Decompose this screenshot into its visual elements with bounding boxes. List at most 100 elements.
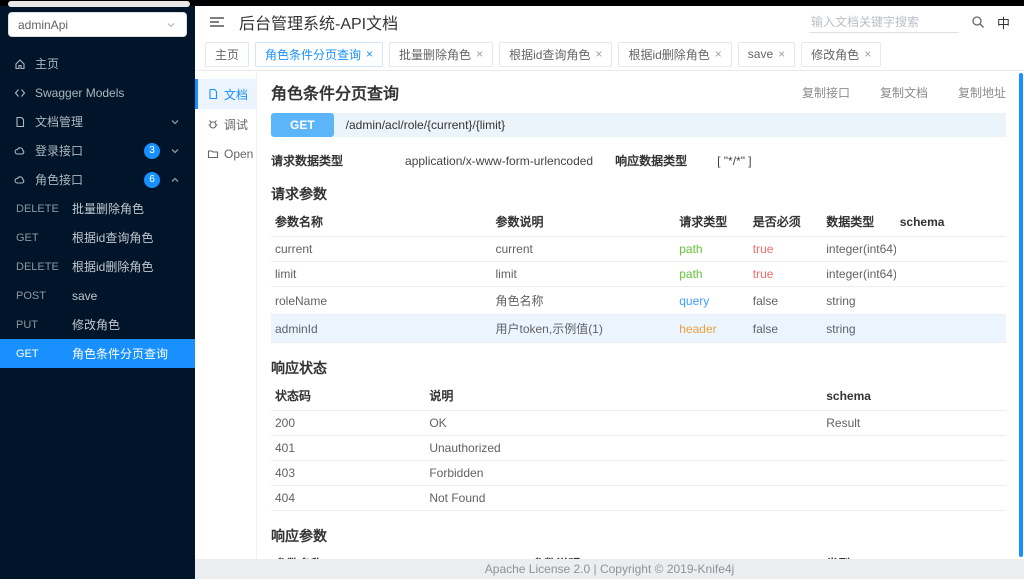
sidebar-item-label: Swagger Models	[35, 85, 125, 100]
sidebar-item-label: 登录接口	[35, 144, 84, 158]
language-toggle[interactable]: 中	[997, 13, 1010, 32]
tab-delete-role-by-id[interactable]: 根据id删除角色 ×	[618, 41, 732, 67]
close-icon[interactable]: ×	[715, 48, 722, 60]
tab-label: 根据id查询角色	[509, 47, 591, 62]
response-type-value: [ "*/*" ]	[717, 153, 752, 168]
sidebar-api-batch-delete-role[interactable]: DELETE 批量删除角色	[0, 194, 195, 223]
sidebar-item-doc-manage[interactable]: 文档管理	[0, 107, 195, 136]
tab-label: 修改角色	[811, 47, 860, 62]
tab-update-role[interactable]: 修改角色 ×	[801, 41, 882, 67]
tab-get-role-by-id[interactable]: 根据id查询角色 ×	[499, 41, 613, 67]
main-area: 后台管理系统-API文档 中 主页 角色条件分页查询 × 批量删除角色 ×	[195, 0, 1024, 579]
document-icon	[207, 88, 219, 100]
col-header: 数据类型	[822, 207, 896, 237]
api-item-label: 根据id删除角色	[72, 260, 154, 274]
copy-address-link[interactable]: 复制地址	[958, 84, 1006, 101]
section-title-response-params: 响应参数	[271, 528, 327, 544]
col-header: schema	[822, 381, 1006, 411]
close-icon[interactable]: ×	[864, 48, 871, 60]
param-type: string	[822, 314, 896, 343]
tab-save[interactable]: save ×	[737, 41, 796, 67]
table-row[interactable]: 401 Unauthorized	[271, 435, 1006, 461]
sidebar-api-update-role[interactable]: PUT 修改角色	[0, 310, 195, 339]
response-status-table: 状态码 说明 schema 200 OK Result 401 Unauthor…	[271, 381, 1006, 511]
param-type: string	[822, 286, 896, 315]
home-icon	[14, 58, 26, 70]
api-item-label: 根据id查询角色	[72, 231, 154, 245]
doc-search-input[interactable]	[808, 11, 959, 33]
col-header: 参数说明	[528, 549, 823, 559]
sidebar-api-get-role-by-id[interactable]: GET 根据id查询角色	[0, 223, 195, 252]
copy-doc-link[interactable]: 复制文档	[880, 84, 928, 101]
close-icon[interactable]: ×	[366, 48, 373, 60]
param-desc: 角色名称	[491, 286, 676, 315]
param-required: false	[748, 314, 823, 343]
doc-nav-label: Open	[224, 147, 254, 161]
section-title-request-params: 请求参数	[271, 186, 327, 202]
param-name: current	[271, 236, 492, 262]
copy-api-link[interactable]: 复制接口	[802, 84, 850, 101]
table-row[interactable]: adminId 用户token,示例值(1) header false stri…	[271, 314, 1006, 343]
tab-label: 角色条件分页查询	[265, 47, 362, 62]
param-required: true	[748, 236, 823, 262]
status-schema: Result	[822, 410, 1006, 436]
table-row[interactable]: roleName 角色名称 query false string	[271, 286, 1006, 315]
param-in: query	[675, 286, 749, 315]
tab-role-page-query[interactable]: 角色条件分页查询 ×	[255, 41, 384, 67]
param-desc: current	[491, 236, 676, 262]
tab-home[interactable]: 主页	[205, 41, 250, 67]
doc-nav-debug[interactable]: 调试	[195, 109, 256, 139]
sidebar: adminApi 主页 Swagger Models 文档管理 登录接口 3 角…	[0, 0, 195, 579]
sidebar-item-home[interactable]: 主页	[0, 49, 195, 78]
col-header: 请求类型	[675, 207, 749, 237]
api-item-label: save	[72, 288, 98, 303]
tab-label: 批量删除角色	[399, 47, 472, 62]
sidebar-item-swagger-models[interactable]: Swagger Models	[0, 78, 195, 107]
param-type: integer(int64)	[822, 236, 896, 262]
tab-batch-delete-role[interactable]: 批量删除角色 ×	[389, 41, 494, 67]
table-header-row: 参数名称 参数说明 请求类型 是否必须 数据类型 schema	[271, 207, 1006, 237]
sidebar-item-label: 主页	[35, 57, 60, 71]
count-badge: 6	[144, 171, 160, 188]
api-group-select-value: adminApi	[18, 17, 69, 32]
window-tab-shape	[8, 1, 190, 7]
param-name: limit	[271, 261, 492, 287]
request-type-label: 请求数据类型	[271, 154, 344, 168]
col-header: 类型	[822, 549, 896, 559]
status-code: 200	[271, 410, 426, 436]
status-desc: Forbidden	[425, 460, 823, 486]
app-window: adminApi 主页 Swagger Models 文档管理 登录接口 3 角…	[0, 0, 1024, 579]
sidebar-item-role-api-group[interactable]: 角色接口 6	[0, 165, 195, 194]
collapse-menu-icon[interactable]	[209, 15, 225, 29]
param-schema	[895, 261, 1006, 287]
search-icon[interactable]	[971, 15, 985, 29]
table-row[interactable]: 403 Forbidden	[271, 460, 1006, 486]
sidebar-item-label: 文档管理	[35, 115, 84, 129]
col-header: 参数名称	[271, 549, 529, 559]
license-text: Apache License 2.0 | Copyright © 2019-Kn…	[484, 562, 735, 576]
status-schema	[822, 435, 1006, 461]
doc-nav-document[interactable]: 文档	[195, 79, 256, 109]
sidebar-item-login-api-group[interactable]: 登录接口 3	[0, 136, 195, 165]
api-group-select[interactable]: adminApi	[8, 12, 187, 37]
sidebar-api-role-page-query[interactable]: GET 角色条件分页查询	[0, 339, 195, 368]
status-code: 404	[271, 485, 426, 511]
status-schema	[822, 460, 1006, 486]
close-icon[interactable]: ×	[595, 48, 602, 60]
sidebar-api-delete-role-by-id[interactable]: DELETE 根据id删除角色	[0, 252, 195, 281]
col-header: 是否必须	[748, 207, 823, 237]
sidebar-api-save[interactable]: POST save	[0, 281, 195, 310]
content-area: 文档 调试 Open 角色条件分页查询 复制接口 复制文档 复制地址 GET /…	[195, 71, 1024, 559]
doc-nav-open[interactable]: Open	[195, 139, 256, 169]
table-row[interactable]: limit limit path true integer(int64)	[271, 261, 1006, 287]
close-icon[interactable]: ×	[778, 48, 785, 60]
vertical-scrollbar[interactable]	[1019, 73, 1023, 557]
footer: Apache License 2.0 | Copyright © 2019-Kn…	[195, 559, 1024, 579]
param-type: integer(int64)	[822, 261, 896, 287]
col-header: 说明	[425, 381, 823, 411]
table-row[interactable]: 200 OK Result	[271, 410, 1006, 436]
param-in: path	[675, 261, 749, 287]
close-icon[interactable]: ×	[476, 48, 483, 60]
table-row[interactable]: current current path true integer(int64)	[271, 236, 1006, 262]
table-row[interactable]: 404 Not Found	[271, 485, 1006, 511]
